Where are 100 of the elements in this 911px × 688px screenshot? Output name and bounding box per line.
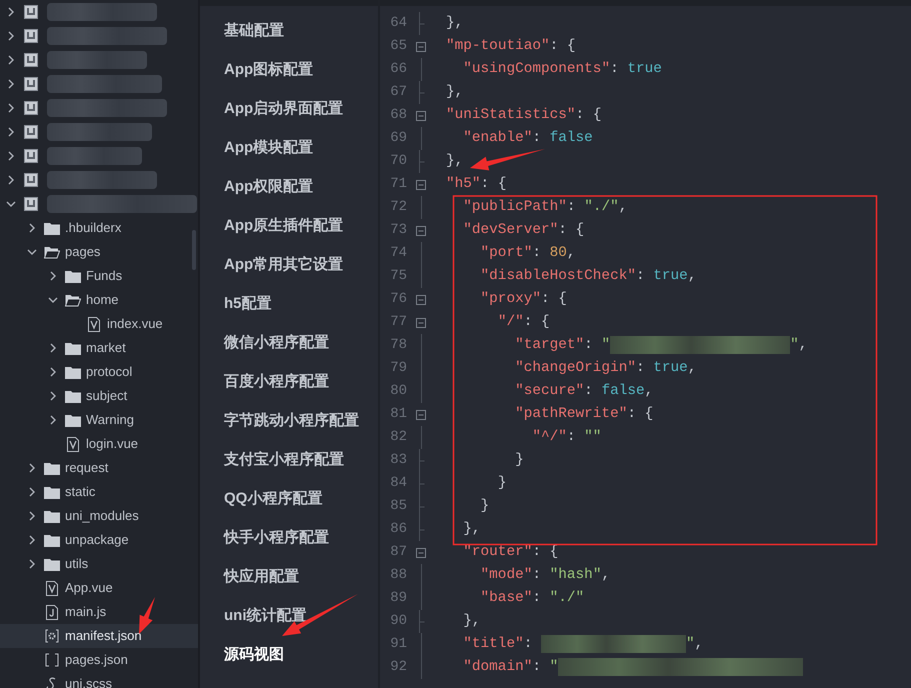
config-nav-item[interactable]: App模块配置 [200,129,378,168]
file-name: main.js [65,603,106,622]
tree-item[interactable]: login.vue [0,432,198,456]
config-nav-item[interactable]: uni统计配置 [200,597,378,636]
code-token: : { [627,404,654,424]
line-number: 88 [389,566,407,585]
chevron-right-icon[interactable] [8,55,14,65]
tree-item[interactable]: subject [0,384,198,408]
chevron-right-icon[interactable] [8,103,14,113]
config-nav-item[interactable]: 快手小程序配置 [200,519,378,558]
folder-icon [65,390,81,402]
tree-item[interactable]: main.js [0,600,198,624]
chevron-right-icon[interactable] [50,271,56,281]
tree-item[interactable]: uni_modules [0,504,198,528]
line-number: 76 [389,290,407,309]
chevron-right-icon[interactable] [50,415,56,425]
code-token: : [636,358,646,378]
chevron-right-icon[interactable] [28,223,36,233]
project-icon [24,149,38,163]
config-nav-item[interactable]: 源码视图 [200,636,378,675]
file-name: uni_modules [65,507,139,526]
annotation-arrow [139,597,155,634]
chevron-right-icon[interactable] [28,511,36,521]
file-name: subject [86,387,128,406]
tree-item[interactable]: market [0,336,198,360]
tree-item[interactable]: pages.json [0,648,198,672]
chevron-right-icon[interactable] [8,79,14,89]
code-token: : [532,588,542,608]
chevron-right-icon[interactable] [8,175,14,185]
fold-guide [420,426,422,449]
chevron-right-icon[interactable] [50,343,56,353]
chevron-right-icon[interactable] [8,7,14,17]
project-icon [24,173,38,187]
config-nav-item[interactable]: App图标配置 [200,51,378,90]
code-token: "router" [463,542,532,562]
config-nav-item[interactable]: 快应用配置 [200,558,378,597]
config-nav-item[interactable]: App启动界面配置 [200,90,378,129]
code-token: "/" [498,312,524,332]
chevron-right-icon[interactable] [8,151,14,161]
tree-item[interactable]: home [0,288,198,312]
chevron-down-icon[interactable] [27,248,37,256]
code-token: }, [463,520,481,539]
fold-icon[interactable] [416,42,426,52]
tree-item[interactable]: static [0,480,198,504]
project-icon [24,101,38,115]
line-number: 64 [389,14,407,33]
code-token: : [532,658,542,677]
chevron-right-icon[interactable] [50,367,56,377]
folder-icon [44,462,60,474]
tree-item[interactable]: index.vue [0,312,198,336]
fold-icon[interactable] [416,318,426,328]
fold-icon[interactable] [416,548,426,558]
tree-item[interactable]: Warning [0,408,198,432]
chevron-right-icon[interactable] [28,487,36,497]
chevron-down-icon[interactable] [48,296,58,304]
tree-item[interactable]: Funds [0,264,198,288]
config-nav-item[interactable]: 百度小程序配置 [200,363,378,402]
tree-item[interactable]: protocol [0,360,198,384]
code-token: true [653,266,688,286]
config-nav-item[interactable]: h5配置 [200,285,378,324]
code-token: " [790,336,799,355]
config-nav-item[interactable]: App常用其它设置 [200,246,378,285]
tree-item[interactable]: utils [0,552,198,576]
config-nav-item[interactable]: 微信小程序配置 [200,324,378,363]
code-token: , [688,358,696,378]
config-nav-item[interactable]: QQ小程序配置 [200,480,378,519]
tree-item[interactable]: request [0,456,198,480]
code-token: } [498,474,506,493]
fold-icon[interactable] [416,294,426,304]
folder-icon [44,534,60,546]
chevron-right-icon[interactable] [28,535,36,545]
chevron-right-icon[interactable] [28,463,36,473]
fold-icon[interactable] [416,180,426,190]
tree-item[interactable]: pages [0,240,198,264]
tree-item[interactable]: .hbuilderx [0,216,198,240]
tree-item[interactable]: App.vue [0,576,198,600]
file-name: Funds [86,267,122,286]
fold-icon[interactable] [416,110,426,120]
config-nav-item[interactable]: 字节跳动小程序配置 [200,402,378,441]
tree-item[interactable]: unpackage [0,528,198,552]
chevron-right-icon[interactable] [8,127,14,137]
config-nav-item[interactable]: App原生插件配置 [200,207,378,246]
code-token: : [584,382,594,401]
file-name: login.vue [86,435,138,454]
code-token: "devServer" [463,220,558,240]
config-nav-item[interactable]: 支付宝小程序配置 [200,441,378,480]
code-token: "port" [480,244,532,263]
line-number: 75 [389,267,407,286]
tree-item[interactable]: manifest.json [0,624,198,648]
config-nav-item[interactable]: 基础配置 [200,12,378,51]
chevron-right-icon[interactable] [28,559,36,569]
code-token: true [627,60,662,79]
line-number: 82 [389,428,407,447]
code-token: }, [446,152,464,171]
chevron-right-icon[interactable] [8,31,14,41]
chevron-down-icon[interactable] [6,200,16,208]
fold-icon[interactable] [416,410,426,420]
fold-icon[interactable] [416,226,426,236]
config-nav-item[interactable]: App权限配置 [200,168,378,207]
chevron-right-icon[interactable] [50,391,56,401]
